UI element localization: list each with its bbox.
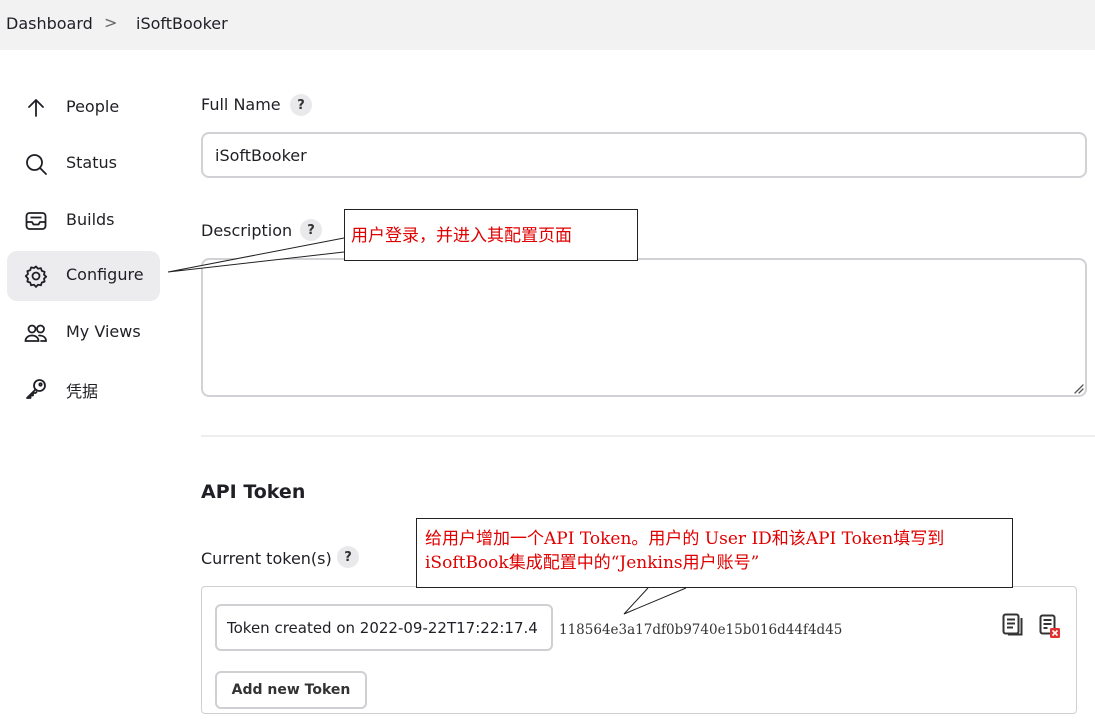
inbox-icon	[24, 209, 48, 233]
sidebar-item-my-views[interactable]: My Views	[7, 308, 160, 358]
current-tokens-label: Current token(s)	[201, 549, 332, 568]
users-icon	[24, 321, 48, 345]
sidebar-item-label: Status	[66, 153, 117, 172]
sidebar-item-label: My Views	[66, 322, 141, 341]
breadcrumb-current-user[interactable]: iSoftBooker	[136, 14, 228, 33]
sidebar-item-credentials[interactable]: 凭据	[7, 364, 160, 414]
resize-grip-icon[interactable]	[1072, 382, 1084, 394]
annotation-callout-token: 给用户增加一个API Token。用户的 User ID和该API Token填…	[416, 518, 1013, 588]
annotation-callout-configure: 用户登录，并进入其配置页面	[344, 209, 638, 261]
breadcrumb: Dashboard > iSoftBooker	[0, 0, 1095, 50]
annotation-line: 给用户增加一个API Token。用户的 User ID和该API Token填…	[425, 529, 945, 549]
section-divider	[201, 435, 1095, 437]
description-label: Description	[201, 221, 293, 240]
sidebar-item-status[interactable]: Status	[7, 139, 160, 189]
sidebar-item-label: 凭据	[66, 382, 99, 401]
sidebar-item-label: Configure	[66, 265, 144, 284]
api-token-section-title: API Token	[201, 481, 306, 503]
search-icon	[24, 152, 48, 176]
annotation-line: iSoftBook集成配置中的“Jenkins用户账号”	[425, 553, 760, 573]
sidebar-item-people[interactable]: People	[7, 83, 160, 133]
sidebar-item-builds[interactable]: Builds	[7, 196, 160, 246]
breadcrumb-dashboard-link[interactable]: Dashboard	[6, 14, 93, 33]
sidebar-item-label: People	[66, 97, 120, 116]
add-new-token-button[interactable]: Add new Token	[215, 671, 367, 709]
description-textarea[interactable]	[201, 258, 1087, 397]
full-name-input[interactable]	[201, 132, 1087, 178]
token-name-field[interactable]: Token created on 2022-09-22T17:22:17.4	[215, 604, 553, 651]
sidebar-item-configure[interactable]: Configure	[7, 251, 160, 301]
token-value: 118564e3a17df0b9740e15b016d44f4d45	[559, 622, 843, 638]
key-icon	[24, 377, 48, 401]
gear-icon	[24, 264, 48, 288]
breadcrumb-separator: >	[104, 13, 118, 32]
revoke-token-icon[interactable]	[1039, 614, 1061, 638]
arrow-up-icon	[24, 96, 48, 120]
description-help-button[interactable]: ?	[300, 219, 322, 241]
full-name-label: Full Name	[201, 95, 281, 114]
full-name-help-button[interactable]: ?	[290, 94, 312, 116]
current-tokens-help-button[interactable]: ?	[337, 546, 359, 568]
copy-icon[interactable]	[1002, 613, 1024, 637]
sidebar-item-label: Builds	[66, 210, 115, 229]
